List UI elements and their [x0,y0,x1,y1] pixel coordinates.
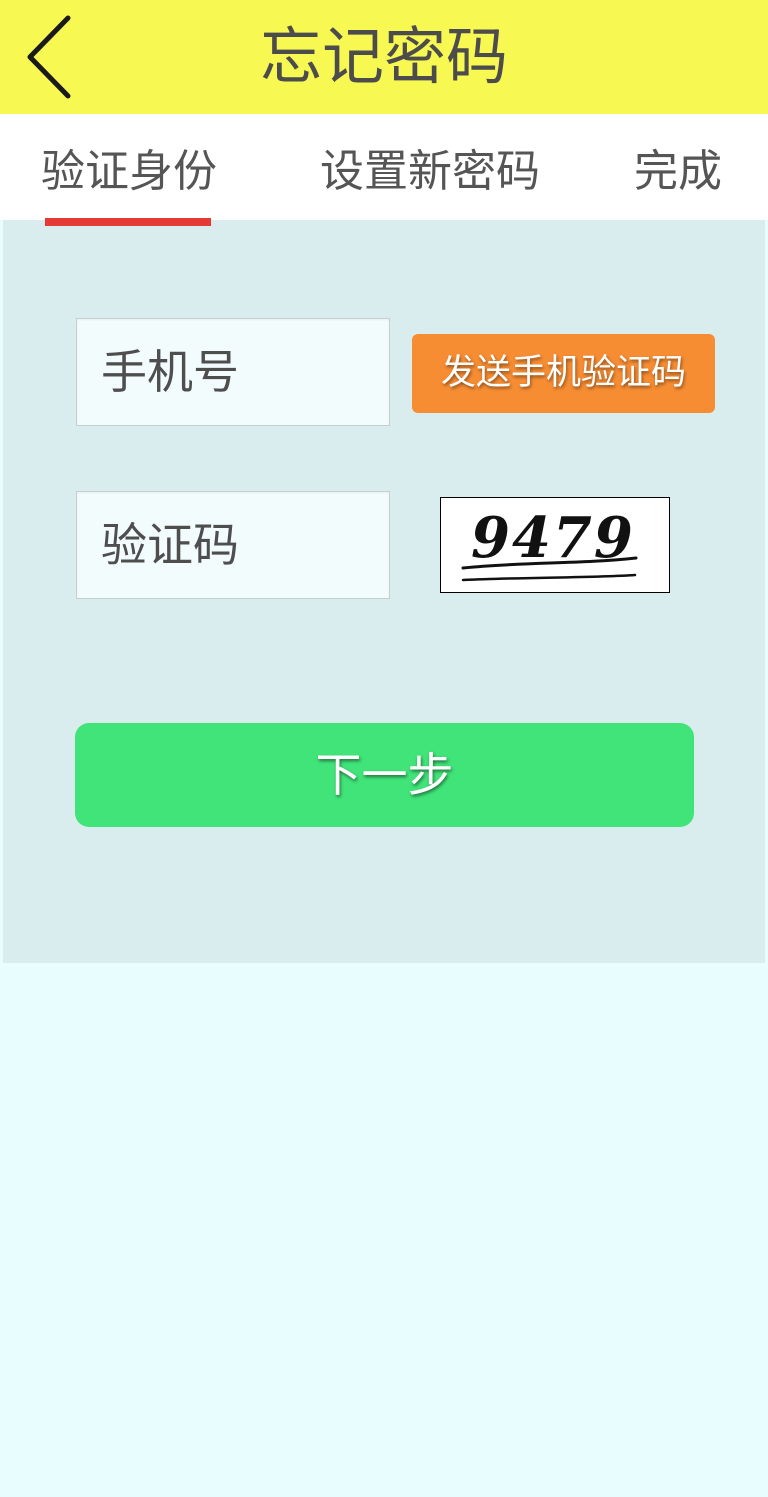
tab-set-new-password[interactable]: 设置新密码 [320,142,546,202]
send-sms-code-button[interactable]: 发送手机验证码 [412,334,715,413]
app-header: 忘记密码 [0,0,768,114]
back-button[interactable] [14,10,84,104]
captcha-text: 9479 [471,505,635,571]
page-title: 忘记密码 [259,20,508,93]
captcha-image[interactable]: 9479 [440,497,670,593]
verification-code-input[interactable] [77,492,389,598]
verification-code-field [76,491,390,599]
chevron-left-icon [27,15,71,99]
tab-complete[interactable]: 完成 [634,142,730,202]
tab-verify-identity[interactable]: 验证身份 [41,142,227,202]
phone-input[interactable] [77,319,389,425]
step-tabs: 验证身份 设置新密码 完成 [0,114,768,220]
phone-field [76,318,390,426]
next-step-button[interactable]: 下一步 [75,723,694,827]
active-tab-indicator [45,218,211,226]
